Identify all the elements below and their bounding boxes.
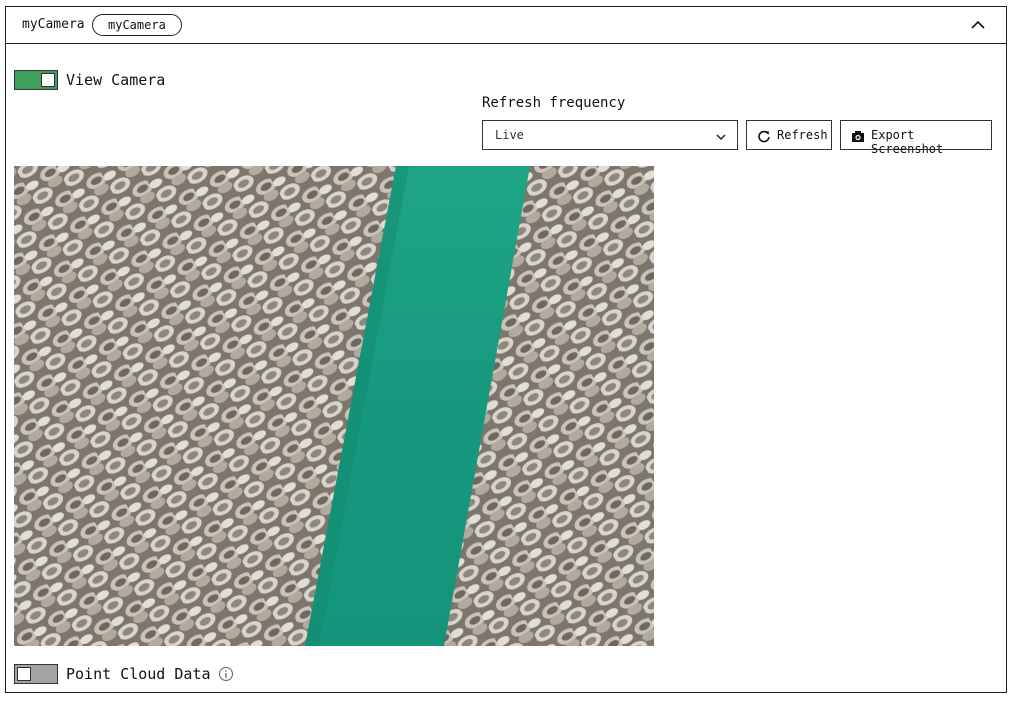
chevron-down-icon: [714, 130, 728, 144]
camera-feed-image: [14, 166, 654, 646]
view-camera-toggle[interactable]: [14, 70, 58, 90]
panel-header[interactable]: myCamera myCamera: [6, 7, 1006, 44]
resource-name-chip: myCamera: [92, 14, 182, 36]
toggle-knob: [17, 667, 31, 681]
refresh-icon: [757, 129, 771, 143]
point-cloud-label: Point Cloud Data: [66, 665, 211, 683]
camera-icon: [851, 129, 865, 143]
point-cloud-toggle[interactable]: [14, 664, 58, 684]
refresh-frequency-select[interactable]: Live: [482, 120, 738, 150]
toggle-knob: [41, 73, 55, 87]
chevron-up-icon[interactable]: [966, 15, 990, 35]
panel-title: myCamera: [22, 17, 85, 32]
info-icon[interactable]: [218, 666, 234, 682]
view-camera-label: View Camera: [66, 71, 166, 89]
export-screenshot-label: Export Screenshot: [871, 128, 944, 156]
refresh-frequency-label: Refresh frequency: [482, 95, 626, 111]
refresh-button-label: Refresh: [777, 128, 828, 142]
refresh-frequency-value: Live: [495, 128, 524, 142]
export-screenshot-button[interactable]: Export Screenshot: [840, 120, 992, 156]
refresh-button[interactable]: Refresh: [746, 120, 832, 150]
